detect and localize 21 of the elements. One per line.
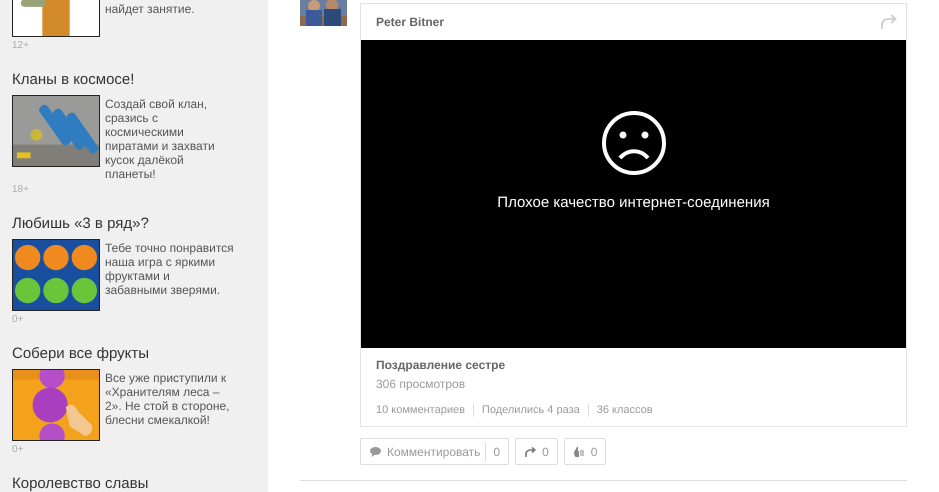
- author-name[interactable]: Peter Bitner: [376, 15, 444, 29]
- game-description: найдет занятие.: [105, 2, 196, 18]
- game-description: Все уже приступили к «Хранителям леса – 2». Не стой в стороне, блесни смекалкой!: [105, 371, 230, 429]
- video-title[interactable]: Поздравление сестре: [376, 358, 891, 372]
- game-title[interactable]: Любишь «3 в ряд»?: [12, 215, 256, 233]
- thumbs-up-icon: [572, 446, 586, 458]
- game-title[interactable]: Собери все фрукты: [12, 345, 256, 363]
- age-rating: 18+: [12, 184, 30, 196]
- sad-face-icon: [600, 110, 666, 176]
- speech-bubble-icon: [369, 446, 382, 458]
- age-rating: 12+: [12, 40, 30, 52]
- share-arrow-icon: [524, 446, 538, 458]
- game-description: Тебе точно понравится наша игра с яркими фруктами и забавными зверями.: [105, 241, 235, 299]
- error-message: Плохое качество интернет-соединения: [497, 194, 770, 211]
- age-rating: 0+: [12, 314, 24, 326]
- age-rating: 0+: [12, 444, 24, 456]
- video-player[interactable]: Плохое качество интернет-соединения: [361, 40, 906, 348]
- game-description: Создай свой клан, сразись с космическими пиратами и захвати кусок далёкой планеты!: [105, 97, 216, 181]
- game-title[interactable]: Кланы в космосе!: [12, 71, 256, 89]
- view-count: 306 просмотров: [376, 377, 466, 391]
- game-title[interactable]: Королевство славы: [12, 475, 256, 492]
